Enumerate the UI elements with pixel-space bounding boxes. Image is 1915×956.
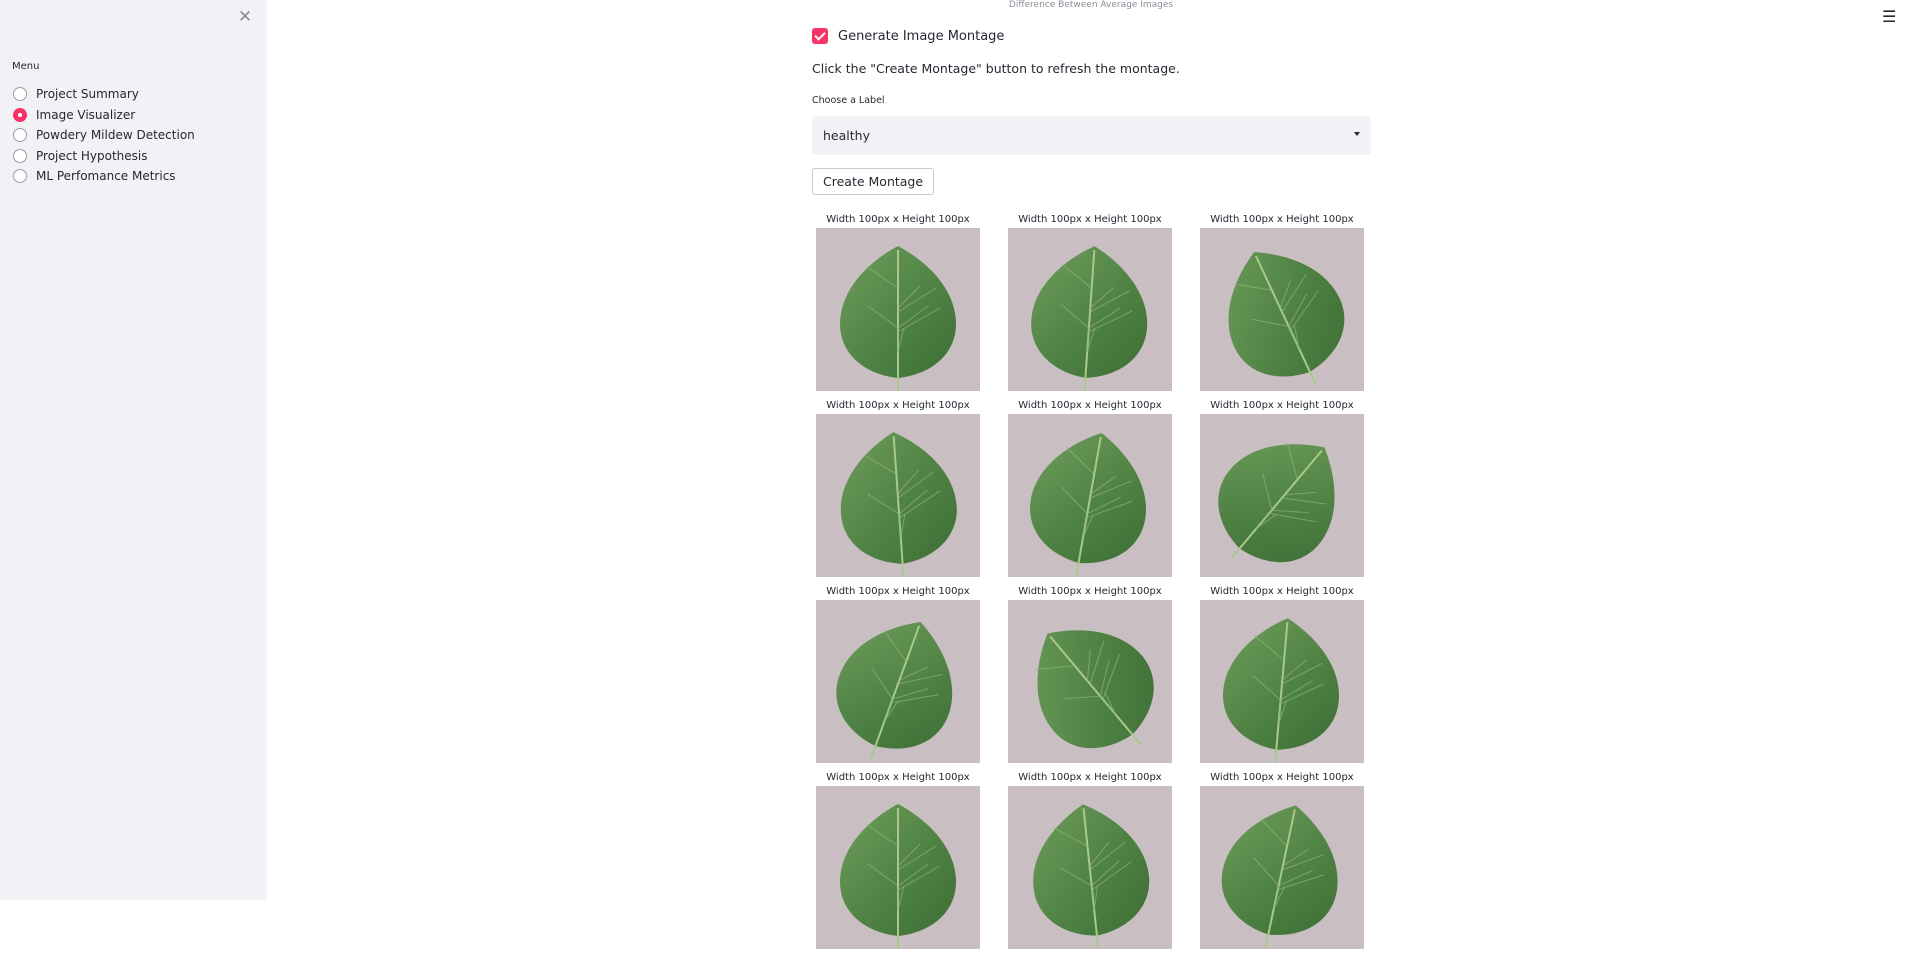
instruction-text: Click the "Create Montage" button to ref… — [812, 61, 1180, 76]
close-sidebar-icon[interactable]: ✕ — [236, 8, 254, 26]
checkbox-checked-icon[interactable] — [812, 28, 828, 44]
menu-title: Menu — [12, 61, 40, 72]
label-selectbox[interactable]: healthy — [812, 116, 1371, 155]
montage-cell: Width 100px x Height 100px — [816, 584, 980, 770]
montage-cell: Width 100px x Height 100px — [1008, 398, 1172, 584]
sidebar: ✕ Menu Project Summary Image Visualizer … — [0, 0, 267, 900]
image-montage-grid: Width 100px x Height 100px Width 100px x … — [816, 212, 1376, 956]
menu-item-ml-performance-metrics[interactable]: ML Perfomance Metrics — [13, 166, 195, 187]
image-caption: Width 100px x Height 100px — [1210, 772, 1354, 783]
leaf-image — [1008, 600, 1172, 763]
menu-item-label: Powdery Mildew Detection — [36, 128, 195, 143]
leaf-image — [1008, 228, 1172, 391]
radio-button-selected[interactable] — [13, 107, 27, 122]
image-caption: Width 100px x Height 100px — [1018, 586, 1162, 597]
image-caption: Width 100px x Height 100px — [1210, 214, 1354, 225]
leaf-image — [816, 414, 980, 577]
radio-button[interactable] — [13, 87, 27, 102]
montage-cell: Width 100px x Height 100px — [1200, 770, 1364, 956]
image-caption: Width 100px x Height 100px — [1018, 400, 1162, 411]
image-caption: Width 100px x Height 100px — [826, 214, 970, 225]
create-montage-button[interactable]: Create Montage — [812, 168, 935, 195]
montage-cell: Width 100px x Height 100px — [816, 770, 980, 956]
menu-item-image-visualizer[interactable]: Image Visualizer — [13, 105, 195, 126]
leaf-image — [1008, 414, 1172, 577]
image-caption: Width 100px x Height 100px — [826, 772, 970, 783]
menu-item-powdery-mildew-detection[interactable]: Powdery Mildew Detection — [13, 125, 195, 146]
leaf-image — [1200, 600, 1364, 763]
label-select-caption: Choose a Label — [812, 95, 885, 106]
montage-cell: Width 100px x Height 100px — [1008, 770, 1172, 956]
leaf-image — [816, 228, 980, 391]
leaf-image — [1200, 228, 1364, 391]
montage-cell: Width 100px x Height 100px — [816, 398, 980, 584]
menu-radio-group: Project Summary Image Visualizer Powdery… — [13, 84, 195, 187]
menu-item-label: ML Perfomance Metrics — [36, 169, 176, 184]
menu-item-label: Project Hypothesis — [36, 148, 148, 163]
image-caption: Width 100px x Height 100px — [826, 586, 970, 597]
image-caption: Width 100px x Height 100px — [826, 400, 970, 411]
menu-item-project-hypothesis[interactable]: Project Hypothesis — [13, 146, 195, 167]
montage-cell: Width 100px x Height 100px — [1200, 212, 1364, 398]
menu-item-label: Image Visualizer — [36, 107, 136, 122]
image-caption: Width 100px x Height 100px — [1018, 214, 1162, 225]
leaf-image — [1200, 786, 1364, 949]
image-caption: Width 100px x Height 100px — [1210, 586, 1354, 597]
radio-button[interactable] — [13, 128, 27, 143]
montage-cell: Width 100px x Height 100px — [1008, 584, 1172, 770]
selected-label-value: healthy — [823, 128, 870, 143]
image-caption: Width 100px x Height 100px — [1210, 400, 1354, 411]
leaf-image — [816, 786, 980, 949]
leaf-image — [1008, 786, 1172, 949]
menu-item-project-summary[interactable]: Project Summary — [13, 84, 195, 105]
montage-cell: Width 100px x Height 100px — [1200, 584, 1364, 770]
generate-montage-checkbox[interactable]: Generate Image Montage — [812, 28, 1004, 44]
radio-button[interactable] — [13, 148, 27, 163]
radio-button[interactable] — [13, 169, 27, 184]
montage-cell: Width 100px x Height 100px — [1008, 212, 1172, 398]
montage-cell: Width 100px x Height 100px — [1200, 398, 1364, 584]
image-caption: Width 100px x Height 100px — [1018, 772, 1162, 783]
hamburger-menu-icon[interactable]: ☰ — [1882, 9, 1896, 25]
leaf-image — [1200, 414, 1364, 577]
top-caption: Difference Between Average Images — [1008, 0, 1174, 10]
leaf-image — [816, 600, 980, 763]
checkbox-label: Generate Image Montage — [838, 28, 1005, 44]
menu-item-label: Project Summary — [36, 87, 139, 102]
chevron-down-icon — [1354, 132, 1360, 136]
montage-cell: Width 100px x Height 100px — [816, 212, 980, 398]
